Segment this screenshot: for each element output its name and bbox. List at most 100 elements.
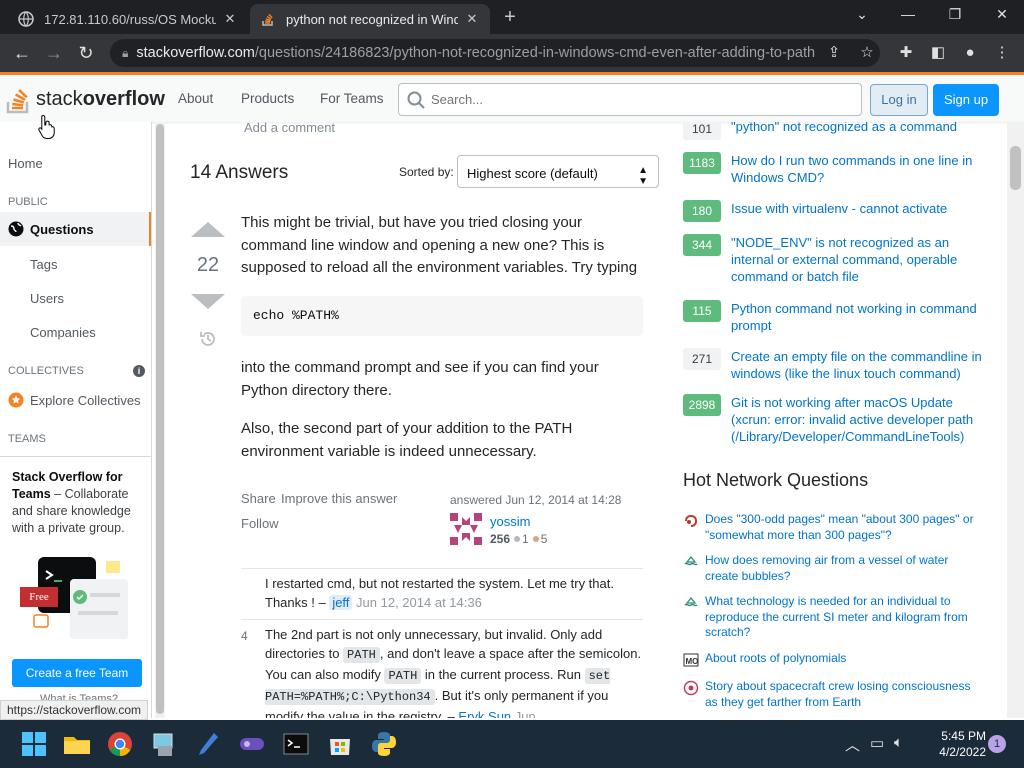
linked-question[interactable]: 2898 Git is not working after macOS Updat… xyxy=(683,394,993,445)
linked-question[interactable]: 271 Create an empty file on the commandli… xyxy=(683,348,993,382)
volume-icon[interactable]: 🔈︎ xyxy=(894,734,903,751)
pen-tool-icon[interactable] xyxy=(192,728,224,760)
chrome-icon[interactable] xyxy=(104,728,136,760)
extensions-icon[interactable]: ✚ xyxy=(894,41,918,65)
sidebar-scrollbar[interactable] xyxy=(155,122,165,718)
linked-question[interactable]: 180 Issue with virtualenv - cannot activa… xyxy=(683,200,993,222)
app-purple-icon[interactable] xyxy=(236,728,268,760)
close-tab-icon[interactable]: ✕ xyxy=(222,11,238,27)
address-bar[interactable]: 🔒︎ stackoverflow.com/questions/24186823/… xyxy=(110,39,880,67)
status-link-preview: https://stackoverflow.com xyxy=(0,700,149,720)
close-window-icon[interactable]: ✕ xyxy=(992,6,1012,23)
linked-question-link[interactable]: "NODE_ENV" is not recognized as an inter… xyxy=(731,234,993,285)
select-arrows-icon: ▲ ▼ xyxy=(638,165,648,187)
question-score-badge: 115 xyxy=(683,300,721,322)
linked-question-link[interactable]: Issue with virtualenv - cannot activate xyxy=(731,200,993,222)
hot-question[interactable]: Story about spacecraft crew losing consc… xyxy=(683,679,983,710)
tab-os-mockups[interactable]: 172.81.110.60/russ/OS Mockups ✕ xyxy=(8,4,248,34)
improve-answer-link[interactable]: Improve this answer xyxy=(281,491,397,506)
answer-paragraph: into the command prompt and see if you c… xyxy=(241,359,599,399)
sidebar-item-users[interactable]: Users xyxy=(30,291,64,306)
hot-question-link[interactable]: Story about spacecraft crew losing consc… xyxy=(705,679,983,710)
teams-promo-text: Stack Overflow for Teams – Collaborate a… xyxy=(12,469,140,537)
file-explorer-icon[interactable] xyxy=(61,728,93,760)
logo-text-light: stack xyxy=(36,87,83,110)
hot-question-link[interactable]: About roots of polynomials xyxy=(705,651,983,668)
hot-question[interactable]: How does removing air from a vessel of w… xyxy=(683,553,983,584)
search-input[interactable] xyxy=(431,92,851,107)
hot-question[interactable]: MO About roots of polynomials xyxy=(683,651,983,668)
hot-question-link[interactable]: How does removing air from a vessel of w… xyxy=(705,553,983,584)
nav-products[interactable]: Products xyxy=(241,91,294,106)
user-name-link[interactable]: yossim xyxy=(490,514,530,529)
share-link[interactable]: Share xyxy=(241,491,276,506)
new-tab-icon[interactable]: + xyxy=(500,6,520,29)
follow-link[interactable]: Follow xyxy=(241,516,279,531)
linked-question[interactable]: 1183 How do I run two commands in one lin… xyxy=(683,152,993,186)
hot-question[interactable]: Does "300-odd pages" mean "about 300 pag… xyxy=(683,512,983,543)
comment-user-link[interactable]: Eryk Sun xyxy=(458,709,511,718)
search-box[interactable] xyxy=(398,83,862,116)
downvote-button[interactable] xyxy=(191,294,225,309)
info-icon[interactable]: i xyxy=(133,365,145,377)
linked-question[interactable]: 101 "python" not recognized as a command xyxy=(683,122,993,140)
close-tab-icon[interactable]: ✕ xyxy=(464,11,480,27)
linked-question-link[interactable]: Python command not working in command pr… xyxy=(731,300,993,334)
task-manager-icon[interactable] xyxy=(148,728,180,760)
side-panel-icon[interactable]: ◧ xyxy=(926,41,950,65)
sidebar-item-explore-collectives[interactable]: Explore Collectives xyxy=(8,392,141,408)
linked-question[interactable]: 344 "NODE_ENV" is not recognized as an in… xyxy=(683,234,993,285)
inline-code: PATH xyxy=(343,647,380,663)
login-button[interactable]: Log in xyxy=(870,84,928,116)
minimize-icon[interactable]: — xyxy=(898,6,918,22)
inline-code: PATH xyxy=(384,668,422,684)
python-icon[interactable] xyxy=(368,728,400,760)
linked-question-link[interactable]: Create an empty file on the commandline … xyxy=(731,348,993,382)
linked-question-link[interactable]: Git is not working after macOS Update (x… xyxy=(731,394,993,445)
store-icon[interactable] xyxy=(324,728,356,760)
page-scroll-thumb[interactable] xyxy=(1010,146,1021,190)
globe-icon xyxy=(18,11,34,27)
windows-start-icon[interactable] xyxy=(18,728,50,760)
nav-for-teams[interactable]: For Teams xyxy=(320,91,384,106)
add-comment-link[interactable]: Add a comment xyxy=(244,122,335,135)
sort-select[interactable]: Highest score (default) ▲ ▼ xyxy=(457,155,659,188)
answer-paragraph: Also, the second part of your addition t… xyxy=(241,420,573,460)
sidebar-item-companies[interactable]: Companies xyxy=(30,325,96,340)
share-icon[interactable]: ⇪ xyxy=(822,41,846,65)
comment-user-link[interactable]: jeff xyxy=(329,595,353,610)
linked-question-link[interactable]: How do I run two commands in one line in… xyxy=(731,152,993,186)
system-clock[interactable]: 5:45 PM 4/2/2022 xyxy=(922,728,986,760)
hot-question[interactable]: What technology is needed for an individ… xyxy=(683,594,983,641)
upvote-button[interactable] xyxy=(191,222,225,237)
linked-question[interactable]: 115 Python command not working in command… xyxy=(683,300,993,334)
sidebar-section-teams: TEAMS xyxy=(8,433,46,445)
tab-stackoverflow[interactable]: python not recognized in Windo ✕ xyxy=(250,4,490,34)
sidebar-scroll-thumb[interactable] xyxy=(156,124,164,714)
restore-icon[interactable]: ❐ xyxy=(945,6,965,23)
page-scrollbar[interactable] xyxy=(1007,122,1024,718)
tab-search-icon[interactable]: ⌄ xyxy=(852,6,872,23)
stackoverflow-logo[interactable]: stack overflow xyxy=(6,81,165,117)
sidebar-item-tags[interactable]: Tags xyxy=(30,257,57,272)
forward-icon[interactable]: → xyxy=(42,41,66,65)
avatar[interactable] xyxy=(450,513,482,545)
linked-question-link[interactable]: "python" not recognized as a command xyxy=(731,122,993,140)
bookmark-star-icon[interactable]: ☆ xyxy=(855,41,879,65)
create-free-team-button[interactable]: Create a free Team xyxy=(12,659,142,687)
network-icon[interactable]: ▭ xyxy=(870,734,884,752)
nav-about[interactable]: About xyxy=(178,91,213,106)
sidebar-item-home[interactable]: Home xyxy=(8,156,43,171)
hot-question-link[interactable]: What technology is needed for an individ… xyxy=(705,594,983,641)
menu-icon[interactable]: ⋮ xyxy=(990,41,1014,65)
show-hidden-icons-icon[interactable]: ︿ xyxy=(845,734,860,755)
terminal-icon[interactable] xyxy=(280,728,312,760)
reload-icon[interactable]: ↻ xyxy=(74,41,98,65)
history-icon[interactable] xyxy=(198,329,218,349)
notification-badge[interactable]: 1 xyxy=(988,735,1006,753)
sidebar-item-questions[interactable]: Questions xyxy=(0,212,151,246)
back-icon[interactable]: ← xyxy=(10,41,34,65)
hot-question-link[interactable]: Does "300-odd pages" mean "about 300 pag… xyxy=(705,512,983,543)
signup-button[interactable]: Sign up xyxy=(933,84,999,116)
profile-icon[interactable]: ● xyxy=(958,41,982,65)
